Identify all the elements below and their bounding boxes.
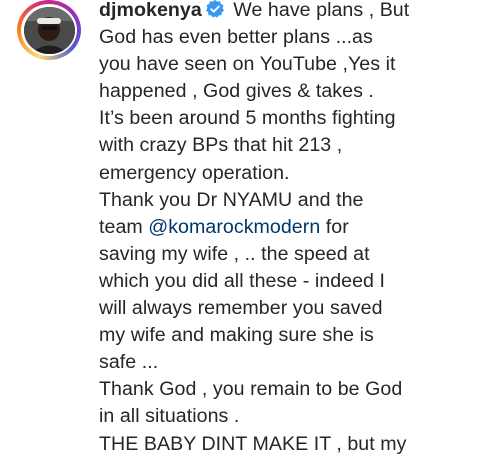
caption-line: djmokenya We have plans , But xyxy=(99,0,477,24)
caption-line: happened , God gives & takes . xyxy=(99,80,374,103)
post-caption-view: djmokenya We have plans , But God has ev… xyxy=(0,0,480,460)
caption-line: Thank God , you remain to be God xyxy=(99,378,403,401)
verified-badge-icon xyxy=(205,0,225,27)
username-link[interactable]: djmokenya xyxy=(99,0,202,21)
caption-line: emergency operation. xyxy=(99,161,290,184)
caption-line: my wife and making sure she is xyxy=(99,324,374,347)
caption-line: THE BABY DINT MAKE IT , but my xyxy=(99,432,407,455)
mention-link[interactable]: @komarockmodern xyxy=(148,216,320,238)
avatar[interactable] xyxy=(23,6,75,54)
caption-line: It’s been around 5 months fighting xyxy=(99,107,396,130)
caption-line: saving my wife , .. the speed at xyxy=(99,242,370,265)
caption-line: God has even better plans ...as xyxy=(99,26,373,49)
caption-line-text: We have plans , But xyxy=(227,0,410,21)
caption-line: which you did all these - indeed I xyxy=(99,269,385,292)
avatar-image xyxy=(23,6,75,54)
caption-line: safe ... xyxy=(99,351,159,374)
avatar-story-ring[interactable] xyxy=(17,0,81,60)
caption-line: will always remember you saved xyxy=(99,297,383,320)
caption-text: djmokenya We have plans , But God has ev… xyxy=(99,0,477,458)
caption-line-text: team xyxy=(99,215,149,238)
caption-line: you have seen on YouTube ,Yes it xyxy=(99,53,396,76)
avatar-frame xyxy=(21,4,77,56)
caption-line: with crazy BPs that hit 213 , xyxy=(99,134,343,157)
caption-line: Thank you Dr NYAMU and the xyxy=(99,188,364,211)
caption-line: in all situations . xyxy=(99,405,240,428)
caption-line-text: for xyxy=(320,215,349,238)
caption-line: team @komarockmodern for xyxy=(99,214,477,241)
